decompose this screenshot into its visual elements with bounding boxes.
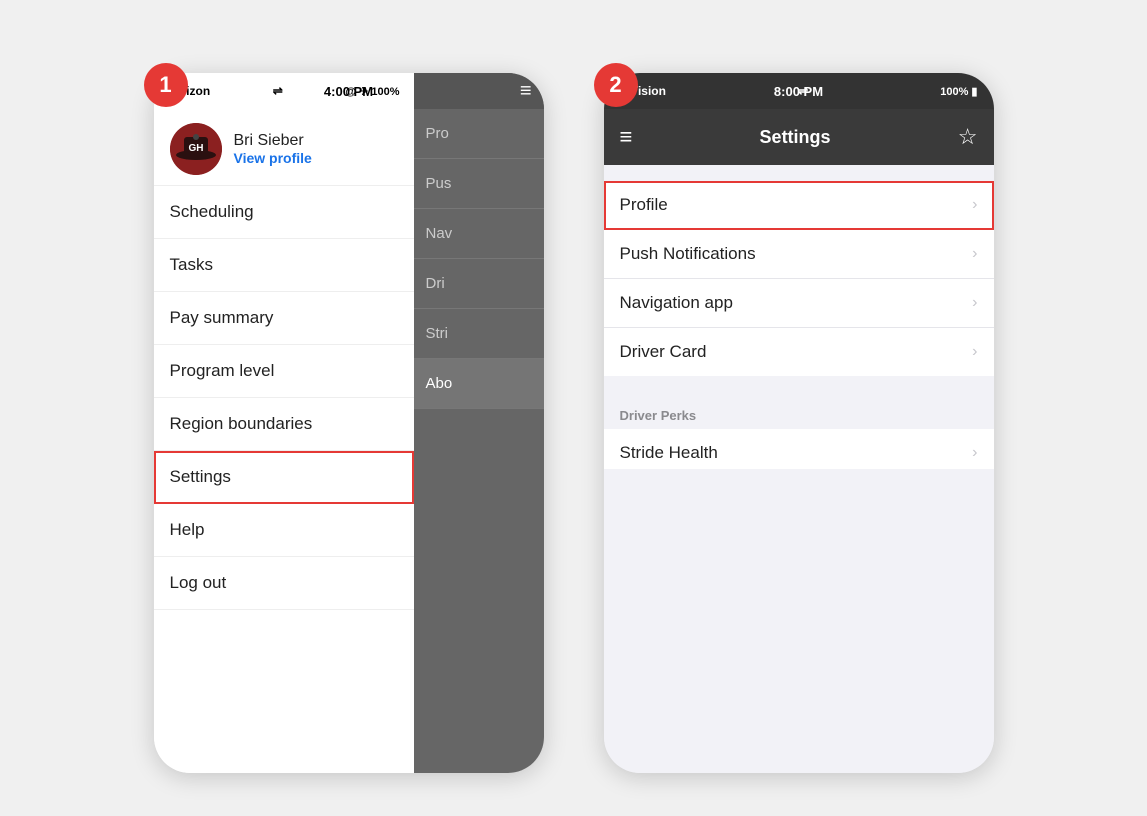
menu-item-tasks[interactable]: Tasks — [154, 239, 414, 292]
user-name: Bri Sieber — [234, 132, 312, 150]
time-2-label: 8:00 PM — [774, 84, 823, 99]
chevron-nav-icon: › — [972, 294, 977, 312]
menu-header: GH Bri Sieber View profile — [154, 109, 414, 186]
settings-title: Settings — [760, 127, 831, 148]
chevron-profile-icon: › — [972, 196, 977, 214]
overlay-item-pro: Pro — [414, 109, 544, 159]
time-label: 4:00 PM — [324, 84, 373, 99]
chevron-driver-card-icon: › — [972, 343, 977, 361]
settings-item-stride-label: Stride Health — [620, 443, 718, 463]
spacer-mid-1 — [604, 376, 994, 392]
menu-item-region-boundaries[interactable]: Region boundaries — [154, 398, 414, 451]
settings-item-driver-card[interactable]: Driver Card › — [604, 328, 994, 376]
settings-item-push-notifications[interactable]: Push Notifications › — [604, 230, 994, 279]
overlay-item-abo: Abo — [414, 359, 544, 409]
menu-item-pay-summary[interactable]: Pay summary — [154, 292, 414, 345]
overlay-item-pus: Pus — [414, 159, 544, 209]
view-profile-link[interactable]: View profile — [234, 150, 312, 166]
chevron-stride-icon: › — [972, 444, 977, 462]
menu-item-help[interactable]: Help — [154, 504, 414, 557]
phone-1: Verizon ⇌ 4:00 PM @ ✈ 100% — [154, 73, 544, 773]
menu-item-settings[interactable]: Settings — [154, 451, 414, 504]
status-bar-1: Verizon ⇌ 4:00 PM @ ✈ 100% — [154, 73, 414, 109]
settings-item-nav-label: Navigation app — [620, 293, 733, 313]
menu-item-scheduling[interactable]: Scheduling — [154, 186, 414, 239]
overlay-status-bar: ≡ — [414, 73, 544, 109]
overlay-item-dri: Dri — [414, 259, 544, 309]
badge-2: 2 — [594, 63, 638, 107]
spacer-top — [604, 165, 994, 181]
settings-list: Profile › Push Notifications › Navigatio… — [604, 165, 994, 469]
chevron-push-icon: › — [972, 245, 977, 263]
menu-panel: Verizon ⇌ 4:00 PM @ ✈ 100% — [154, 73, 414, 773]
settings-hamburger-icon[interactable]: ≡ — [620, 124, 633, 150]
settings-section-perks: Stride Health › — [604, 429, 994, 469]
settings-item-push-label: Push Notifications — [620, 244, 756, 264]
status-bar-2: InVision ⇌ 8:00 PM 100% ▮ — [604, 73, 994, 109]
settings-item-navigation-app[interactable]: Navigation app › — [604, 279, 994, 328]
badge-1: 1 — [144, 63, 188, 107]
battery-2-label: 100% ▮ — [940, 85, 977, 98]
driver-perks-label: Driver Perks — [604, 392, 994, 429]
settings-header: ≡ Settings ☆ — [604, 109, 994, 165]
svg-text:GH: GH — [188, 143, 203, 154]
bottom-spacer — [604, 469, 994, 773]
settings-item-profile-label: Profile — [620, 195, 668, 215]
settings-item-driver-card-label: Driver Card — [620, 342, 707, 362]
menu-item-logout[interactable]: Log out — [154, 557, 414, 610]
user-info: Bri Sieber View profile — [234, 132, 312, 166]
hamburger-icon[interactable]: ≡ — [520, 80, 532, 103]
menu-item-program-level[interactable]: Program level — [154, 345, 414, 398]
overlay-item-nav: Nav — [414, 209, 544, 259]
overlay-item-stri: Stri — [414, 309, 544, 359]
avatar-svg: GH — [170, 123, 222, 175]
overlay-panel: ≡ Pro Pus Nav Dri Stri Abo — [414, 73, 544, 773]
settings-section-main: Profile › Push Notifications › Navigatio… — [604, 181, 994, 376]
settings-item-stride-health[interactable]: Stride Health › — [604, 429, 994, 469]
phone-2: InVision ⇌ 8:00 PM 100% ▮ ≡ Settings ☆ P… — [604, 73, 994, 773]
settings-star-icon[interactable]: ☆ — [958, 124, 978, 150]
wifi-icon: ⇌ — [273, 84, 283, 98]
settings-item-profile[interactable]: Profile › — [604, 181, 994, 230]
avatar: GH — [170, 123, 222, 175]
